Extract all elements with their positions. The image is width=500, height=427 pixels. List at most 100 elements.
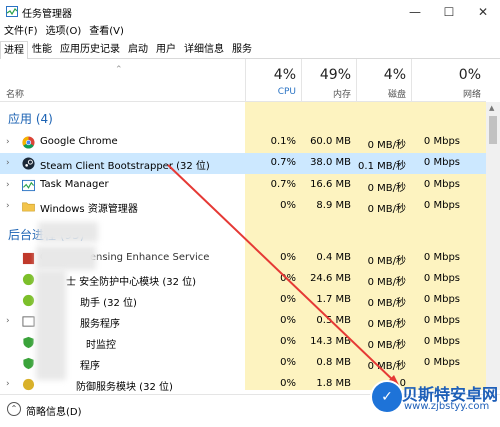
process-row-bg-2[interactable]: 士 安全防护中心模块 (32 位) 0% 24.6 MB 0 MB/秒 0 Mb…	[0, 269, 486, 290]
window-title: 任务管理器	[22, 9, 72, 20]
cpu-value: 0%	[280, 357, 296, 368]
network-value: 0 Mbps	[423, 273, 460, 284]
watermark-logo: ✓	[370, 380, 404, 414]
menu-bar: 文件(F) 选项(O) 查看(V)	[0, 24, 500, 40]
disk-column-header[interactable]: 4% 磁盘	[356, 59, 412, 101]
memory-value: 0.4 MB	[316, 252, 351, 263]
menu-options[interactable]: 选项(O)	[42, 24, 86, 40]
disk-value: 0 MB/秒	[367, 256, 406, 267]
expand-icon[interactable]: ›	[6, 201, 10, 211]
process-name: 防御服务模块 (32 位)	[76, 382, 173, 393]
scrollbar-thumb[interactable]	[489, 116, 497, 144]
expand-icon[interactable]: ›	[6, 137, 10, 147]
process-name: 程序	[80, 361, 100, 372]
close-icon: ✕	[477, 5, 489, 19]
cpu-value: 0%	[280, 200, 296, 211]
tab-users[interactable]: 用户	[152, 40, 180, 58]
process-row-explorer[interactable]: › Windows 资源管理器 0% 8.9 MB 0 MB/秒 0 Mbps	[0, 196, 486, 217]
privacy-blur	[36, 270, 66, 380]
process-row-bg-4[interactable]: › 服务程序 0% 0.5 MB 0 MB/秒 0 Mbps	[0, 311, 486, 332]
cpu-value: 0%	[280, 252, 296, 263]
cpu-value: 0%	[280, 336, 296, 347]
shield-icon	[22, 378, 35, 391]
network-value: 0 Mbps	[423, 294, 460, 305]
disk-value: 0 MB/秒	[367, 340, 406, 351]
process-name: 士 安全防护中心模块 (32 位)	[66, 277, 197, 288]
memory-label: 内存	[332, 90, 351, 100]
expand-icon[interactable]: ›	[6, 379, 10, 389]
name-column-header[interactable]: 名称	[6, 87, 24, 100]
minimize-button[interactable]: —	[398, 0, 432, 24]
process-name: Windows 资源管理器	[40, 204, 138, 215]
cpu-value: 0.7%	[270, 157, 296, 168]
memory-total: 49%	[319, 67, 351, 83]
vertical-scrollbar[interactable]: ▲	[486, 102, 500, 390]
network-value: 0 Mbps	[423, 357, 460, 368]
memory-column-header[interactable]: 49% 内存	[301, 59, 357, 101]
maximize-icon: ☐	[443, 5, 455, 19]
memory-value: 1.8 MB	[316, 378, 351, 389]
expand-icon[interactable]: ›	[6, 158, 10, 168]
title-bar: 任务管理器 — ☐ ✕	[0, 0, 500, 24]
memory-value: 60.0 MB	[310, 136, 351, 147]
menu-file[interactable]: 文件(F)	[0, 24, 42, 40]
network-total: 0%	[458, 67, 481, 83]
chrome-icon	[22, 136, 35, 149]
tab-performance[interactable]: 性能	[28, 40, 56, 58]
process-row-bg-6[interactable]: 程序 0% 0.8 MB 0 MB/秒 0 Mbps	[0, 353, 486, 374]
task-manager-app-icon	[6, 6, 18, 17]
disk-value: 0 MB/秒	[367, 319, 406, 330]
disk-value: 0 MB/秒	[367, 361, 406, 372]
tab-services[interactable]: 服务	[228, 40, 256, 58]
cpu-total: 4%	[273, 67, 296, 83]
disk-value: 0 MB/秒	[367, 277, 406, 288]
network-label: 网络	[462, 90, 481, 100]
memory-value: 0.8 MB	[316, 357, 351, 368]
disk-value: 0 MB/秒	[367, 183, 406, 194]
process-row-task-manager[interactable]: › Task Manager 0.7% 16.6 MB 0 MB/秒 0 Mbp…	[0, 175, 486, 196]
apps-section-header: 应用 (4)	[8, 112, 53, 126]
cpu-value: 0%	[280, 273, 296, 284]
expand-icon[interactable]: ›	[6, 180, 10, 190]
tab-strip: 进程 性能 应用历史记录 启动 用户 详细信息 服务	[0, 40, 500, 59]
network-value: 0 Mbps	[423, 336, 460, 347]
disk-value: 0 MB/秒	[367, 204, 406, 215]
process-name: 服务程序	[80, 319, 120, 330]
disk-value: 0.1 MB/秒	[358, 161, 406, 172]
shield-icon	[23, 357, 34, 370]
process-row-steam[interactable]: › Steam Client Bootstrapper (32 位) 0.7% …	[0, 153, 486, 174]
menu-view[interactable]: 查看(V)	[85, 24, 128, 40]
network-value: 0 Mbps	[423, 315, 460, 326]
scroll-up-icon[interactable]: ▲	[489, 104, 494, 112]
network-value: 0 Mbps	[423, 179, 460, 190]
folder-icon	[22, 202, 35, 212]
shield-icon	[22, 294, 35, 307]
tab-details[interactable]: 详细信息	[180, 40, 228, 58]
cpu-value: 0%	[280, 378, 296, 389]
minimize-icon: —	[409, 5, 421, 19]
process-row-bg-3[interactable]: 助手 (32 位) 0% 1.7 MB 0 MB/秒 0 Mbps	[0, 290, 486, 311]
network-value: 0 Mbps	[423, 252, 460, 263]
disk-label: 磁盘	[387, 90, 406, 100]
memory-value: 8.9 MB	[316, 200, 351, 211]
network-column-header[interactable]: 0% 网络	[411, 59, 487, 101]
disk-total: 4%	[383, 67, 406, 83]
privacy-blur	[36, 246, 96, 270]
cpu-column-header[interactable]: 4% CPU	[245, 59, 302, 101]
tab-app-history[interactable]: 应用历史记录	[56, 40, 124, 58]
shield-icon	[22, 273, 35, 286]
memory-value: 38.0 MB	[310, 157, 351, 168]
process-name: Steam Client Bootstrapper (32 位)	[40, 161, 210, 172]
tab-processes[interactable]: 进程	[0, 41, 28, 59]
chevron-up-icon[interactable]: ⌃	[7, 402, 21, 416]
tab-startup[interactable]: 启动	[124, 40, 152, 58]
memory-value: 14.3 MB	[310, 336, 351, 347]
fewer-details-link[interactable]: 简略信息(D)	[26, 403, 82, 418]
process-row-chrome[interactable]: › Google Chrome 0.1% 60.0 MB 0 MB/秒 0 Mb…	[0, 132, 486, 153]
process-row-bg-5[interactable]: 时监控 0% 14.3 MB 0 MB/秒 0 Mbps	[0, 332, 486, 353]
expand-icon[interactable]: ›	[6, 316, 10, 326]
process-name: Google Chrome	[40, 136, 118, 147]
network-value: 0 Mbps	[423, 200, 460, 211]
maximize-button[interactable]: ☐	[432, 0, 466, 24]
close-button[interactable]: ✕	[466, 0, 500, 24]
